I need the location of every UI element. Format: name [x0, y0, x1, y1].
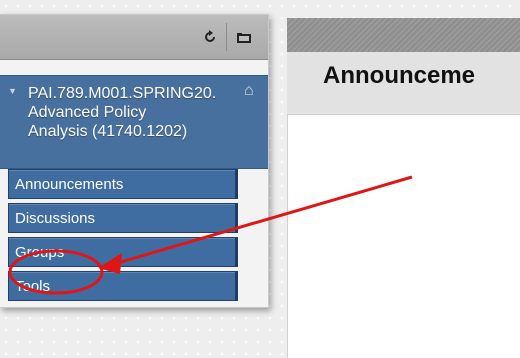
- refresh-icon-graphic: [205, 30, 215, 42]
- course-menu-panel: ▼ PAI.789.M001.SPRING20. Advanced Policy…: [0, 14, 269, 308]
- menu-item-discussions[interactable]: Discussions: [8, 203, 238, 233]
- course-title-block[interactable]: ▼ PAI.789.M001.SPRING20. Advanced Policy…: [0, 75, 268, 169]
- menu-item-label: Discussions: [15, 209, 96, 227]
- toolbar-divider: [226, 23, 227, 51]
- menu-item-label: Groups: [15, 243, 65, 261]
- menu-item-tools[interactable]: Tools: [8, 271, 238, 301]
- course-title-line-2: Advanced Policy: [28, 104, 147, 121]
- home-icon[interactable]: ⌂: [244, 82, 254, 100]
- course-menu-toolbar: [0, 15, 268, 60]
- content-title-band: Announceme: [287, 52, 520, 115]
- course-title-line-1: PAI.789.M001.SPRING20.: [28, 85, 217, 102]
- course-title[interactable]: PAI.789.M001.SPRING20. Advanced Policy A…: [28, 84, 258, 141]
- folder-icon-graphic: [237, 33, 251, 43]
- expander-triangle-icon[interactable]: ▼: [8, 86, 17, 96]
- menu-item-groups[interactable]: Groups: [8, 237, 238, 267]
- menu-item-announcements[interactable]: Announcements: [8, 169, 238, 199]
- menu-item-label: Tools: [15, 277, 51, 295]
- page-title: Announceme: [323, 62, 476, 89]
- course-menu-list: Announcements Discussions Groups Tools: [8, 169, 238, 305]
- course-title-line-3: Analysis (41740.1202): [28, 123, 188, 140]
- refresh-icon[interactable]: [200, 27, 220, 47]
- menu-item-label: Announcements: [15, 175, 124, 193]
- folder-view-icon[interactable]: [234, 27, 254, 47]
